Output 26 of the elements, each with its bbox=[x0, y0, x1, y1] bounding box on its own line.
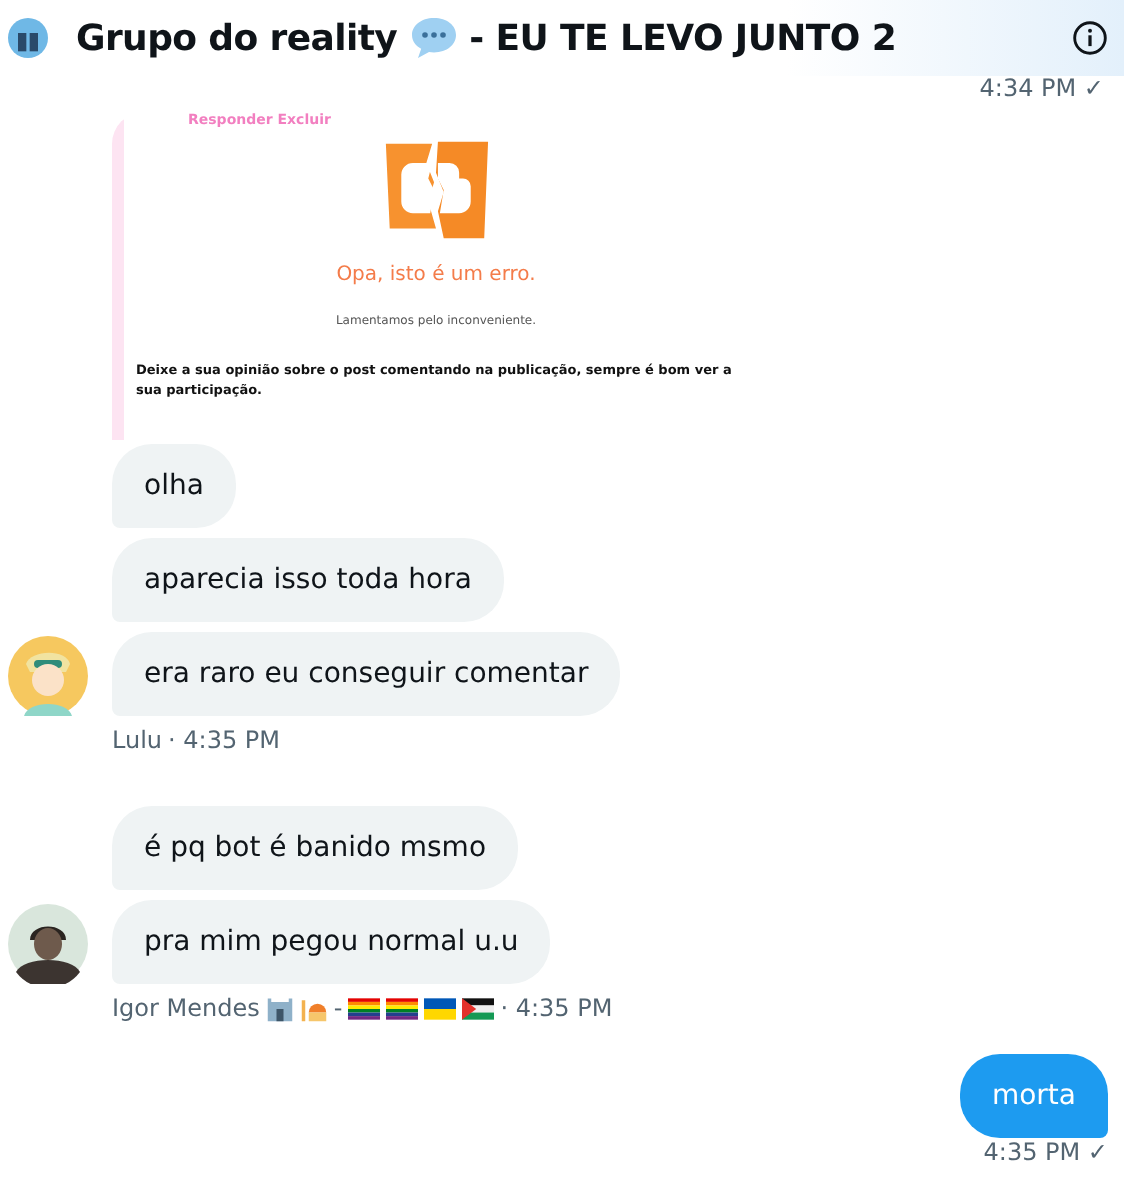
group-avatar-icon bbox=[8, 18, 48, 58]
chat-title: Grupo do reality bbox=[76, 17, 398, 59]
chat-title-suffix: - EU TE LEVO JUNTO 2 bbox=[469, 17, 897, 59]
sender-name: Igor Mendes bbox=[112, 994, 260, 1022]
message-bubble: olha bbox=[112, 444, 236, 528]
rainbow-flag-icon bbox=[386, 997, 419, 1019]
name-dash: - bbox=[333, 994, 343, 1022]
message-bubble: era raro eu conseguir comentar bbox=[112, 632, 621, 716]
message-bubble: pra mim pegou normal u.u bbox=[112, 900, 551, 984]
message-bubble: é pq bot é banido msmo bbox=[112, 806, 519, 890]
message-time: 4:35 PM ✓ bbox=[983, 1140, 1108, 1166]
flag-icon bbox=[462, 997, 495, 1019]
castle-icon bbox=[265, 995, 294, 1021]
error-title: Opa, isto é um erro. bbox=[336, 264, 536, 286]
flag-icon bbox=[424, 997, 457, 1019]
message-time: · 4:35 PM bbox=[168, 726, 281, 754]
message-bubble: aparecia isso toda hora bbox=[112, 538, 504, 622]
sender-name: Lulu bbox=[112, 726, 163, 754]
info-icon[interactable] bbox=[1072, 20, 1108, 56]
message-time: · 4:35 PM bbox=[500, 994, 613, 1022]
speech-bubble-icon bbox=[409, 16, 458, 60]
avatar[interactable] bbox=[8, 904, 88, 984]
dome-building-icon bbox=[299, 995, 328, 1021]
message-bubble: morta bbox=[959, 1054, 1108, 1138]
rainbow-flag-icon bbox=[348, 997, 381, 1019]
message-time: 4:34 PM ✓ bbox=[979, 76, 1104, 100]
